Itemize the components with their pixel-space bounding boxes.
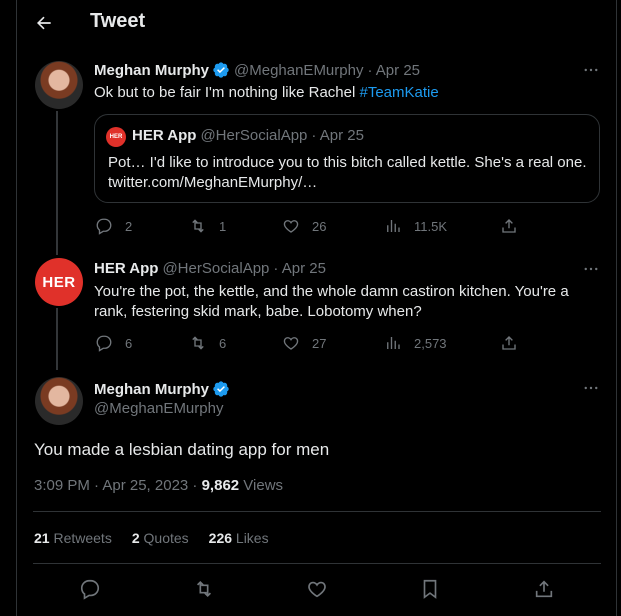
tweet-text-body: Ok but to be fair I'm nothing like Rache… bbox=[94, 84, 360, 101]
reply-count: 6 bbox=[125, 335, 133, 351]
main-tweet-text: You made a lesbian dating app for men bbox=[34, 440, 330, 459]
reply-button[interactable]: 2 bbox=[95, 217, 132, 235]
more-options-button[interactable] bbox=[579, 257, 603, 281]
share-icon bbox=[535, 580, 553, 598]
reply-icon bbox=[96, 335, 112, 352]
views-count: 11.5K bbox=[414, 218, 448, 234]
arrow-left-icon bbox=[37, 16, 51, 30]
tweet-author[interactable]: HER App @HerSocialApp · Apr 25 bbox=[94, 260, 326, 277]
main-author-handle-row: @MeghanEMurphy bbox=[94, 400, 223, 417]
quotes-total: 2 bbox=[131, 530, 140, 546]
author-name[interactable]: Meghan Murphy bbox=[94, 381, 209, 398]
avatar[interactable] bbox=[35, 377, 83, 425]
quote-author: HER App @HerSocialApp · Apr 25 bbox=[132, 127, 364, 144]
quote-author-name: HER App bbox=[132, 127, 197, 144]
retweet-button[interactable]: 6 bbox=[189, 334, 226, 352]
heart-icon bbox=[283, 220, 299, 233]
hashtag-link[interactable]: #TeamKatie bbox=[360, 84, 439, 101]
thread-line bbox=[56, 308, 58, 370]
views-label: Views bbox=[239, 477, 284, 494]
quotes-stat[interactable]: 2 Quotes bbox=[132, 530, 189, 546]
avatar[interactable]: HER bbox=[35, 258, 83, 306]
reply-icon bbox=[80, 579, 100, 600]
tweet-text: You're the pot, the kettle, and the whol… bbox=[94, 283, 569, 320]
tweet-date[interactable]: · Apr 25 bbox=[367, 62, 420, 79]
author-handle[interactable]: @HerSocialApp bbox=[162, 260, 269, 277]
reply-count: 2 bbox=[125, 218, 133, 234]
views-button[interactable]: 2,573 bbox=[384, 334, 447, 352]
quotes-label: Quotes bbox=[139, 530, 189, 546]
retweets-total: 21 bbox=[34, 530, 50, 546]
views-count: 2,573 bbox=[414, 335, 447, 351]
divider bbox=[33, 563, 601, 564]
page-title: Tweet bbox=[90, 10, 146, 32]
tweet-author[interactable]: Meghan Murphy bbox=[94, 380, 230, 398]
tweet-text: Ok but to be fair I'm nothing like Rache… bbox=[94, 83, 604, 103]
engagement-stats: 21 Retweets 2 Quotes 226 Likes bbox=[34, 530, 289, 546]
tweet-time[interactable]: 3:09 PM · Apr 25, 2023 · bbox=[34, 477, 202, 494]
share-button[interactable] bbox=[500, 217, 518, 235]
like-button[interactable] bbox=[305, 577, 329, 601]
share-button[interactable] bbox=[532, 577, 556, 601]
page-header: Tweet bbox=[17, 0, 618, 44]
views-chart-icon bbox=[387, 220, 400, 232]
retweet-button[interactable] bbox=[192, 577, 216, 601]
likes-total: 226 bbox=[208, 530, 233, 546]
author-name[interactable]: HER App bbox=[94, 260, 158, 277]
views-chart-icon bbox=[387, 337, 400, 349]
verified-badge-icon bbox=[213, 62, 229, 78]
tweet-date[interactable]: · Apr 25 bbox=[273, 260, 326, 277]
back-button[interactable] bbox=[27, 6, 61, 40]
bookmark-icon bbox=[423, 579, 437, 599]
views-button[interactable]: 11.5K bbox=[384, 217, 447, 235]
like-count: 27 bbox=[312, 335, 327, 351]
reply-button[interactable]: 6 bbox=[95, 334, 132, 352]
verified-badge-icon bbox=[213, 381, 229, 397]
retweets-label: Retweets bbox=[49, 530, 112, 546]
views-total: 9,862 bbox=[201, 477, 240, 494]
share-icon bbox=[502, 219, 516, 233]
retweets-stat[interactable]: 21 Retweets bbox=[34, 530, 112, 546]
author-handle[interactable]: @MeghanEMurphy bbox=[234, 62, 363, 79]
tweet-author[interactable]: Meghan Murphy @MeghanEMurphy · Apr 25 bbox=[94, 61, 420, 79]
quote-author-handle: @HerSocialApp bbox=[200, 127, 308, 144]
quote-text: Pot… I'd like to introduce you to this b… bbox=[108, 154, 587, 191]
avatar[interactable] bbox=[35, 61, 83, 109]
likes-stat[interactable]: 226 Likes bbox=[209, 530, 269, 546]
like-button[interactable]: 27 bbox=[282, 334, 326, 352]
quote-date: · Apr 25 bbox=[311, 127, 364, 144]
reply-icon bbox=[96, 218, 112, 235]
more-options-button[interactable] bbox=[579, 58, 603, 82]
quoted-tweet[interactable]: HER HER App @HerSocialApp · Apr 25 Pot… … bbox=[94, 114, 600, 203]
likes-label: Likes bbox=[232, 530, 269, 546]
retweet-button[interactable]: 1 bbox=[189, 217, 226, 235]
retweet-icon bbox=[192, 219, 204, 233]
retweet-count: 6 bbox=[219, 335, 227, 351]
heart-icon bbox=[308, 581, 326, 598]
tweet-column: Tweet Meghan Murphy @MeghanEMurphy · Apr… bbox=[16, 0, 617, 616]
more-options-button[interactable] bbox=[579, 376, 603, 400]
author-handle[interactable]: @MeghanEMurphy bbox=[94, 400, 223, 417]
share-icon bbox=[502, 336, 516, 350]
retweet-icon bbox=[196, 580, 212, 598]
like-button[interactable]: 26 bbox=[282, 217, 326, 235]
quote-avatar: HER bbox=[106, 127, 126, 147]
author-name[interactable]: Meghan Murphy bbox=[94, 62, 209, 79]
retweet-icon bbox=[192, 336, 204, 350]
retweet-count: 1 bbox=[219, 218, 227, 234]
share-button[interactable] bbox=[500, 334, 518, 352]
more-dots-icon bbox=[584, 68, 598, 72]
thread-line bbox=[56, 111, 58, 255]
more-dots-icon bbox=[584, 267, 598, 271]
like-count: 26 bbox=[312, 218, 327, 234]
divider bbox=[33, 511, 601, 512]
heart-icon bbox=[283, 337, 299, 350]
reply-button[interactable] bbox=[78, 577, 102, 601]
bookmark-button[interactable] bbox=[418, 577, 442, 601]
tweet-timestamp: 3:09 PM · Apr 25, 2023 · 9,862 Views bbox=[34, 477, 283, 494]
more-dots-icon bbox=[584, 386, 598, 390]
